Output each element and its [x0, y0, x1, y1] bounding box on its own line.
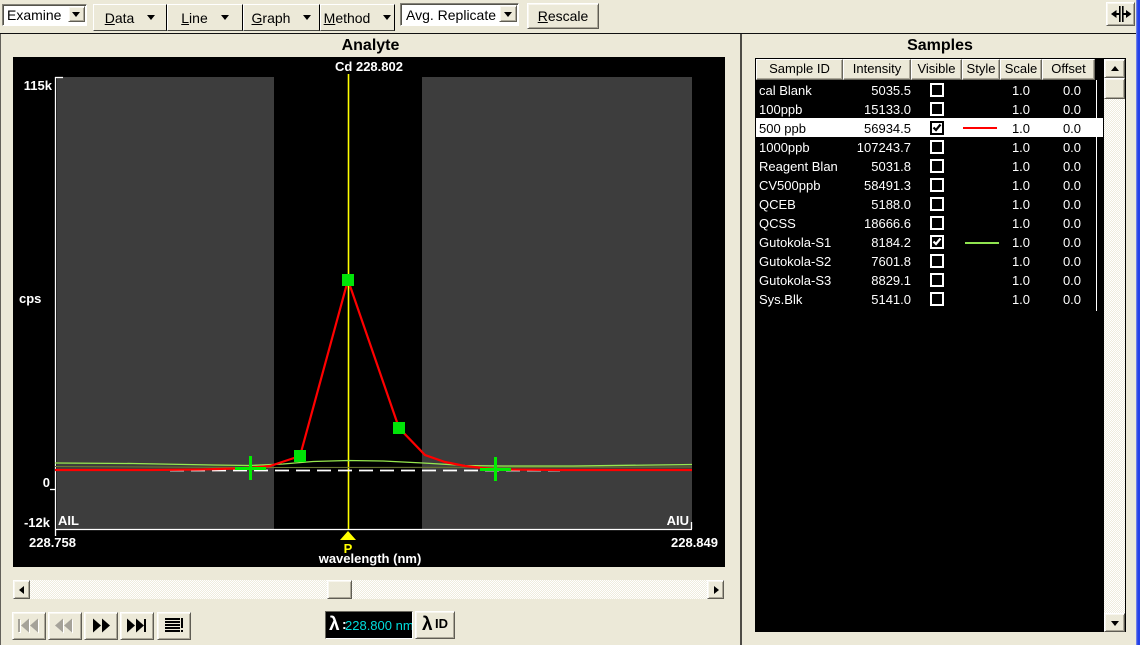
svg-text:115k: 115k: [24, 78, 53, 93]
svg-text:228.758: 228.758: [29, 535, 76, 550]
svg-text:AIU: AIU: [667, 513, 689, 528]
svg-text:AIL: AIL: [58, 513, 79, 528]
svg-text:-12k: -12k: [24, 515, 51, 530]
svg-text:228.849: 228.849: [671, 535, 718, 550]
svg-text:0: 0: [43, 475, 50, 490]
svg-text:Cd 228.802: Cd 228.802: [335, 59, 403, 74]
svg-text:cps: cps: [19, 291, 41, 306]
svg-text:wavelength (nm): wavelength (nm): [318, 551, 422, 566]
